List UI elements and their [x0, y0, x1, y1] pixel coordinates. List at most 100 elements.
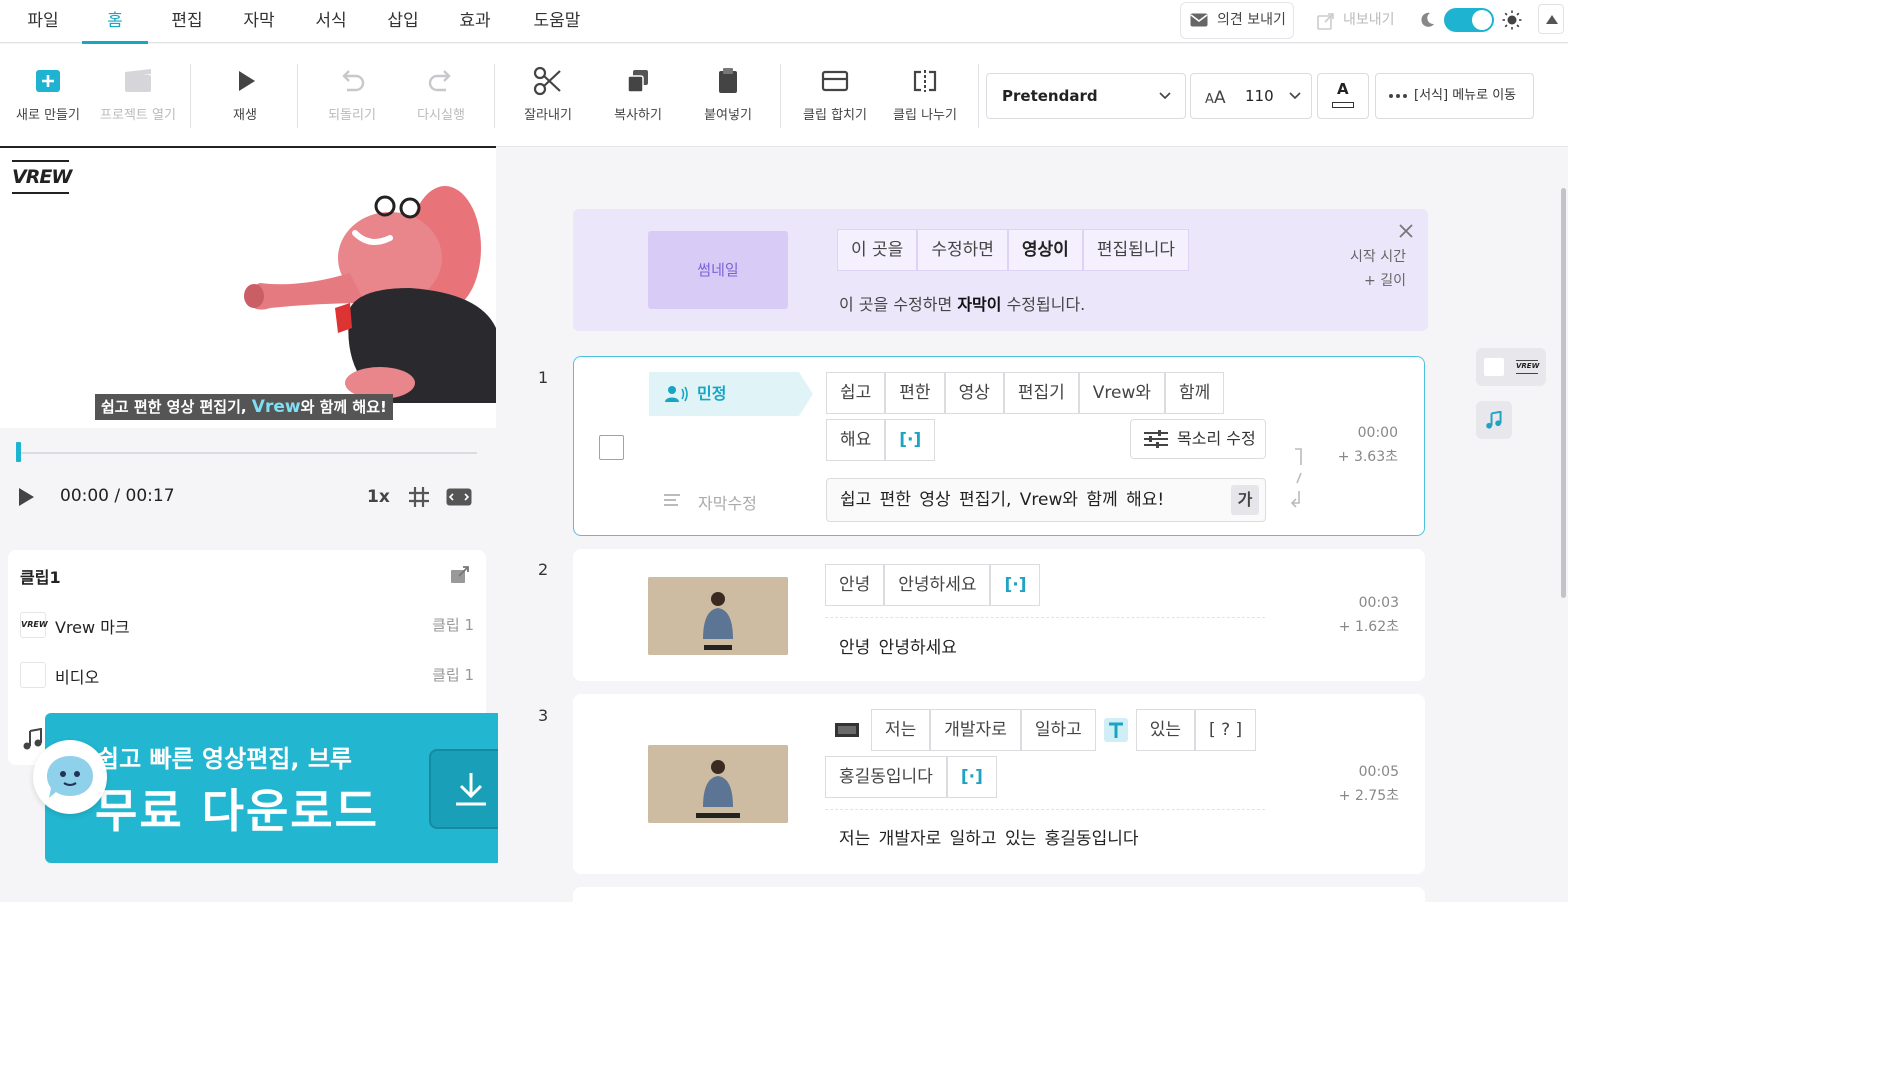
- word-chip[interactable]: 영상: [944, 372, 1004, 414]
- word-chip[interactable]: 편한: [885, 372, 945, 414]
- word-row: 저는 개발자로 일하고 있는 [ ? ]: [825, 709, 1257, 751]
- clip-card[interactable]: 민정 쉽고 편한 영상 편집기 Vrew와 함께 해요 [·] 목소리 수정 자…: [573, 356, 1425, 536]
- subtitle-text[interactable]: 저는 개발자로 일하고 있는 홍길동입니다: [839, 824, 1139, 849]
- clip-number: 2: [538, 560, 549, 579]
- font-select[interactable]: Pretendard: [986, 73, 1186, 119]
- word-chip[interactable]: 홍길동입니다: [825, 756, 947, 798]
- text-color-button[interactable]: A: [1317, 73, 1369, 119]
- subtitle-text[interactable]: 안녕 안녕하세요: [839, 633, 957, 658]
- voice-edit-button[interactable]: 목소리 수정: [1130, 419, 1266, 459]
- font-size-select[interactable]: AA 110: [1190, 73, 1312, 119]
- clip-layer-name: 비디오: [55, 668, 100, 687]
- toolbar-divider: [780, 64, 781, 128]
- paste-button[interactable]: 붙여넣기: [688, 44, 768, 147]
- word-chip[interactable]: Vrew와: [1078, 372, 1166, 414]
- music-layer-button[interactable]: [1476, 401, 1512, 439]
- menu-home[interactable]: 홈: [80, 0, 150, 44]
- collapse-ribbon-button[interactable]: [1538, 4, 1564, 34]
- image-chip[interactable]: [825, 709, 871, 751]
- menu-format[interactable]: 서식: [296, 0, 366, 43]
- subtitle-style-button[interactable]: 가: [1231, 485, 1259, 515]
- clip-layer-row[interactable]: VREW Vrew 마크 클립 1: [8, 600, 486, 648]
- guide-word[interactable]: 수정하면: [917, 229, 1008, 271]
- clip-layer-row[interactable]: 비디오 클립 1: [8, 650, 486, 698]
- new-project-button[interactable]: 새로 만들기: [8, 44, 88, 147]
- speaker-tag[interactable]: 민정: [649, 372, 813, 416]
- guide-thumbnail: 썸네일: [648, 231, 788, 309]
- menu-help[interactable]: 도움말: [520, 0, 594, 43]
- silence-chip[interactable]: [·]: [990, 564, 1041, 606]
- vrew-mark-thumbnail: VREW: [20, 612, 48, 638]
- menu-edit[interactable]: 편집: [152, 0, 222, 43]
- clip-checkbox[interactable]: [599, 435, 624, 460]
- silence-chip[interactable]: [·]: [946, 756, 997, 798]
- word-chip[interactable]: [ ? ]: [1195, 709, 1257, 751]
- open-project-button[interactable]: 프로젝트 열기: [94, 44, 182, 147]
- menu-subtitle[interactable]: 자막: [224, 0, 294, 43]
- guide-word[interactable]: 편집됩니다: [1082, 229, 1190, 271]
- grid-icon[interactable]: [408, 486, 430, 508]
- play-icon: [239, 71, 255, 91]
- video-preview[interactable]: VREW 쉽고 편한 영상 편집기, Vrew와 함께 해요!: [0, 148, 496, 428]
- guide-word[interactable]: 이 곳을: [837, 229, 918, 271]
- speaker-icon: [665, 386, 688, 402]
- text-chip[interactable]: [1096, 709, 1136, 751]
- theme-toggle[interactable]: [1444, 8, 1494, 32]
- split-clip-button[interactable]: 클립 나누기: [885, 44, 965, 147]
- export-button[interactable]: 내보내기: [1306, 2, 1404, 39]
- copy-label: 복사하기: [614, 108, 662, 123]
- guide-time-info: 시작 시간 + 길이: [1350, 245, 1406, 293]
- aspect-ratio-icon[interactable]: [446, 488, 472, 506]
- undo-button[interactable]: 되돌리기: [312, 44, 392, 147]
- word-chip[interactable]: 저는: [871, 709, 931, 751]
- layer-swatch: [1484, 358, 1504, 376]
- preview-subtitle: 쉽고 편한 영상 편집기, Vrew와 함께 해요!: [95, 394, 393, 420]
- play-icon[interactable]: [16, 487, 36, 507]
- undo-icon: [342, 70, 365, 92]
- menu-insert[interactable]: 삽입: [368, 0, 438, 43]
- word-chip[interactable]: 개발자로: [930, 709, 1021, 751]
- play-button[interactable]: 재생: [205, 44, 285, 147]
- editor-scrollbar[interactable]: [1561, 188, 1566, 598]
- clip-layer-ref: 클립 1: [432, 616, 474, 634]
- cut-label: 잘라내기: [524, 108, 572, 123]
- guide-word[interactable]: 영상이: [1007, 229, 1083, 271]
- download-button[interactable]: [429, 749, 509, 829]
- outside-area: [1568, 0, 1890, 1087]
- word-chip[interactable]: 안녕하세요: [884, 564, 991, 606]
- word-chip[interactable]: 쉽고: [826, 372, 886, 414]
- progress-track[interactable]: [17, 452, 477, 454]
- word-chip[interactable]: 해요: [826, 419, 886, 461]
- subtitle-editor: 썸네일 이 곳을 수정하면 영상이 편집됩니다 이 곳을 수정하면 자막이 수정…: [498, 148, 1568, 902]
- word-chip[interactable]: 안녕: [825, 564, 885, 606]
- merge-clip-button[interactable]: 클립 합치기: [795, 44, 875, 147]
- menu-effects[interactable]: 효과: [440, 0, 510, 43]
- clip-card[interactable]: 저는 개발자로 일하고 있는 [ ? ] 홍길동입니다 [·] 저는 개발자로 …: [573, 694, 1425, 874]
- external-link-icon[interactable]: [450, 566, 470, 584]
- color-swatch: [1332, 102, 1354, 108]
- playback-speed-button[interactable]: 1x: [367, 487, 390, 507]
- clip-card[interactable]: 안녕 안녕하세요 [·] 안녕 안녕하세요 00:03 + 1.62초: [573, 549, 1425, 681]
- download-ad-banner[interactable]: 쉽고 빠른 영상편집, 브루 무료 다운로드: [45, 713, 543, 863]
- feedback-button[interactable]: 의견 보내기: [1180, 2, 1294, 39]
- word-chip[interactable]: 함께: [1165, 372, 1225, 414]
- word-chip[interactable]: 일하고: [1020, 709, 1096, 751]
- word-chip[interactable]: 있는: [1135, 709, 1196, 751]
- silence-chip[interactable]: [·]: [885, 419, 936, 461]
- progress-handle[interactable]: [16, 442, 21, 462]
- cut-button[interactable]: 잘라내기: [508, 44, 588, 147]
- close-icon[interactable]: [1396, 221, 1416, 241]
- redo-button[interactable]: 다시실행: [401, 44, 481, 147]
- ad-title: 무료 다운로드: [95, 784, 379, 838]
- clip-card[interactable]: [573, 887, 1425, 902]
- vrew-mark-layer-button[interactable]: VREW: [1476, 348, 1546, 386]
- subtitle-input[interactable]: 쉽고 편한 영상 편집기, Vrew와 함께 해요! 가: [826, 478, 1266, 522]
- ribbon-toolbar: 새로 만들기 프로젝트 열기 재생 되돌리기 다시실행 잘라내기 복사하기 붙여…: [0, 44, 1568, 147]
- menu-file[interactable]: 파일: [8, 0, 78, 43]
- clip-thumbnail: [648, 745, 788, 823]
- word-chip[interactable]: 편집기: [1003, 372, 1079, 414]
- paste-label: 붙여넣기: [704, 108, 752, 123]
- copy-button[interactable]: 복사하기: [598, 44, 678, 147]
- divider: [825, 809, 1265, 810]
- format-menu-button[interactable]: [서식] 메뉴로 이동: [1375, 73, 1534, 119]
